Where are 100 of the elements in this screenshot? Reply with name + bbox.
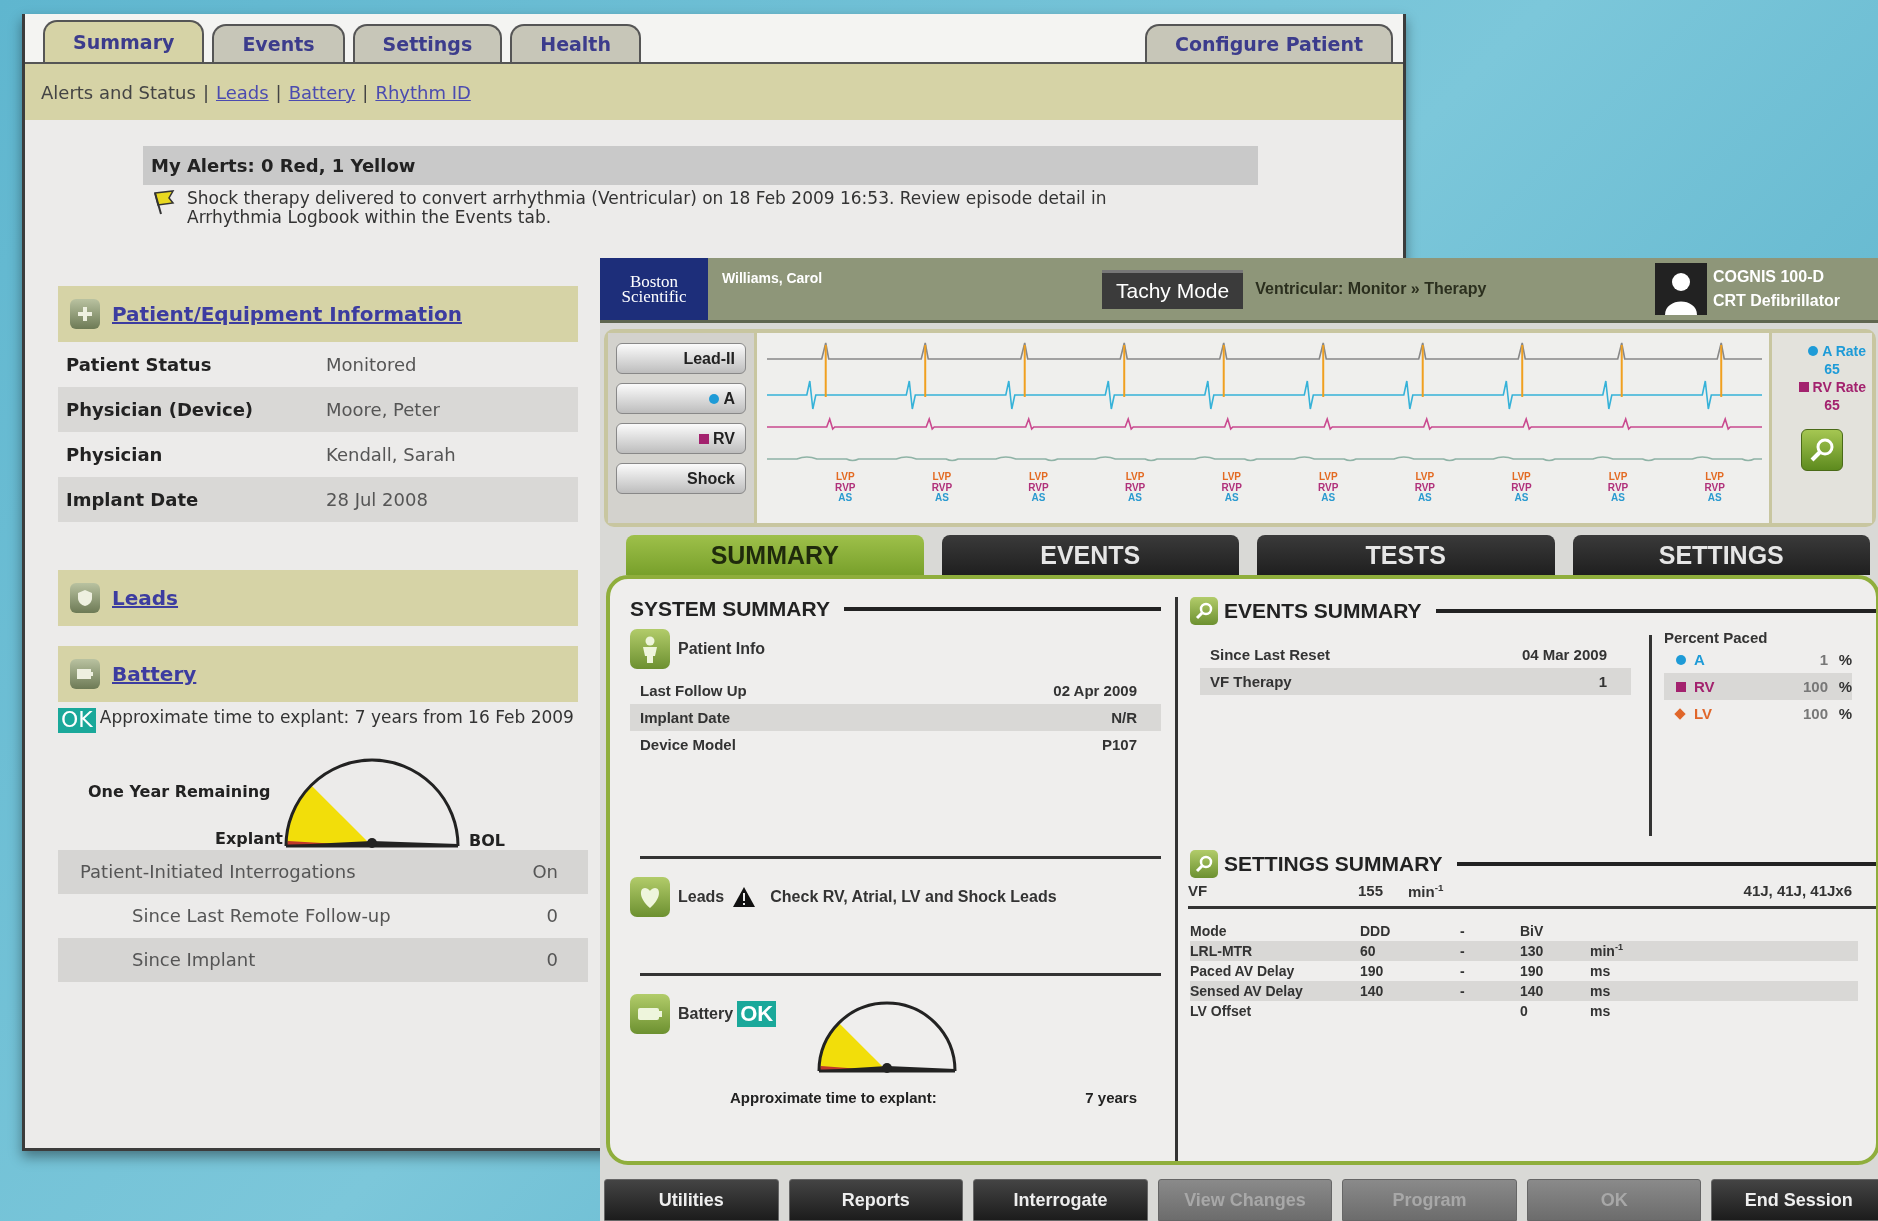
marker-label: LVP bbox=[1608, 472, 1628, 483]
row-label: Since Last Remote Follow-up bbox=[132, 905, 391, 927]
flag-icon bbox=[151, 189, 177, 215]
tab[interactable]: Summary bbox=[43, 20, 205, 62]
action-button[interactable]: End Session bbox=[1711, 1179, 1878, 1221]
field-value: 0 bbox=[1520, 1003, 1528, 1019]
channel-button[interactable]: RV bbox=[616, 423, 746, 454]
field-value: Monitored bbox=[326, 354, 417, 376]
status-badge: OK bbox=[737, 1001, 777, 1027]
field-value: P107 bbox=[1101, 736, 1137, 753]
section-link[interactable]: Leads bbox=[112, 586, 179, 611]
field-value: 1 bbox=[1598, 673, 1607, 690]
field-label: Paced AV Delay bbox=[1190, 963, 1296, 979]
field-value: Moore, Peter bbox=[326, 399, 440, 421]
dash-text: - bbox=[1460, 923, 1465, 939]
magnifier-icon bbox=[1190, 850, 1218, 878]
separator-text: | bbox=[362, 81, 369, 103]
dash-text: - bbox=[1460, 983, 1465, 999]
unit-label: min$^{-1}$ bbox=[1590, 943, 1623, 960]
action-button[interactable]: Utilities bbox=[604, 1179, 779, 1221]
marker-label: AS bbox=[1031, 493, 1046, 504]
field-label: VF Therapy bbox=[1210, 673, 1292, 690]
tab[interactable]: Settings bbox=[352, 24, 503, 62]
channel-button[interactable]: Shock bbox=[616, 463, 746, 494]
configure-patient-tab[interactable]: Configure Patient bbox=[1145, 24, 1393, 62]
nav-link[interactable]: Leads bbox=[215, 81, 269, 103]
field-value: 02 Apr 2009 bbox=[1053, 682, 1137, 699]
battery-icon bbox=[630, 994, 670, 1034]
logo: Boston Scientific bbox=[600, 258, 708, 320]
marker-label: AS bbox=[838, 493, 853, 504]
dash-text: - bbox=[1460, 943, 1465, 959]
marker-label: LVP bbox=[1029, 472, 1048, 483]
field-label: Implant Date bbox=[640, 709, 730, 726]
field-value: 155 bbox=[1358, 882, 1385, 900]
mode-indicator: Tachy Mode bbox=[1102, 269, 1244, 309]
field-value: 140 bbox=[1360, 983, 1384, 999]
rate-label: RV Rate bbox=[1812, 379, 1866, 395]
channel-button[interactable]: Lead-II bbox=[616, 343, 746, 374]
marker-label: RVP bbox=[1414, 482, 1436, 493]
rate-label: A Rate bbox=[1822, 343, 1866, 359]
field-label: LRL-MTR bbox=[1190, 943, 1254, 959]
row-value: 0 bbox=[546, 905, 558, 927]
search-button[interactable] bbox=[1801, 429, 1843, 471]
action-button[interactable]: Reports bbox=[788, 1179, 964, 1221]
section-heading: SETTINGS SUMMARY bbox=[1224, 852, 1443, 876]
marker-label: RVP bbox=[835, 482, 856, 493]
plus-icon bbox=[70, 299, 100, 330]
device-label: COGNIS 100-D bbox=[1712, 267, 1825, 287]
row-label: Patient-Initiated Interrogations bbox=[80, 861, 356, 883]
action-button[interactable]: Interrogate bbox=[973, 1179, 1148, 1221]
alerts-heading: My Alerts: 0 Red, 1 Yellow bbox=[143, 146, 1258, 185]
marker-label: RVP bbox=[1511, 482, 1532, 493]
marker-label: RVP bbox=[1607, 482, 1629, 493]
mode-status: Ventricular: Monitor » Therapy bbox=[1255, 280, 1488, 298]
field-value: 28 Jul 2008 bbox=[326, 489, 428, 511]
field-label: VF bbox=[1188, 882, 1209, 900]
marker-label: AS bbox=[1707, 493, 1722, 504]
field-label: Device Model bbox=[640, 736, 736, 753]
item-title: Patient Info bbox=[678, 640, 766, 658]
field-value: 190 bbox=[1520, 963, 1544, 979]
explant-label: Approximate time to explant: bbox=[730, 1089, 937, 1106]
tab[interactable]: Events bbox=[212, 24, 345, 62]
marker-label: AS bbox=[934, 493, 949, 504]
marker-label: RVP bbox=[1028, 482, 1049, 493]
section-heading: EVENTS SUMMARY bbox=[1224, 599, 1422, 623]
marker-label: LVP bbox=[1705, 472, 1724, 483]
dash-text: - bbox=[1460, 963, 1465, 979]
warning-text: Check RV, Atrial, LV and Shock Leads bbox=[770, 888, 1057, 906]
marker-label: RVP bbox=[1124, 482, 1146, 493]
chamber-label: A bbox=[1694, 651, 1706, 668]
tab[interactable]: TESTS bbox=[1257, 535, 1555, 575]
section-link[interactable]: Battery bbox=[112, 662, 197, 687]
rate-value: 65 bbox=[1824, 397, 1840, 413]
marker-label: RVP bbox=[1318, 482, 1339, 493]
status-badge: OK bbox=[58, 708, 96, 733]
gauge-label: One Year Remaining bbox=[88, 781, 271, 801]
battery-text: Approximate time to explant: 7 years from 16 Feb 2009 bbox=[99, 708, 574, 728]
tab[interactable]: SETTINGS bbox=[1572, 535, 1870, 575]
row-value: On bbox=[532, 861, 558, 883]
field-value: N/R bbox=[1111, 709, 1137, 726]
chamber-label: RV bbox=[1694, 678, 1716, 695]
explant-value: 7 years bbox=[1085, 1089, 1137, 1106]
person-icon bbox=[1654, 263, 1707, 315]
magnifier-icon bbox=[1190, 597, 1218, 625]
tab[interactable]: Health bbox=[510, 24, 641, 62]
unit-label: % bbox=[1837, 705, 1852, 722]
marker-label: LVP bbox=[1415, 472, 1435, 483]
field-label: Physician (Device) bbox=[66, 399, 255, 421]
tab[interactable]: SUMMARY bbox=[626, 535, 924, 575]
nav-link[interactable]: Rhythm ID bbox=[375, 81, 471, 103]
warning-icon bbox=[732, 886, 757, 908]
nav-link[interactable]: Battery bbox=[288, 81, 356, 103]
patient-name: Williams, Carol bbox=[722, 270, 824, 286]
field-value: DDD bbox=[1360, 923, 1391, 939]
percent-value: 100 bbox=[1801, 678, 1828, 695]
channel-button[interactable]: A bbox=[616, 383, 746, 414]
tab[interactable]: EVENTS bbox=[941, 535, 1239, 575]
field-label: Physician bbox=[66, 444, 164, 466]
section-link[interactable]: Patient/Equipment Information bbox=[112, 302, 462, 327]
row-value: 0 bbox=[546, 949, 558, 971]
